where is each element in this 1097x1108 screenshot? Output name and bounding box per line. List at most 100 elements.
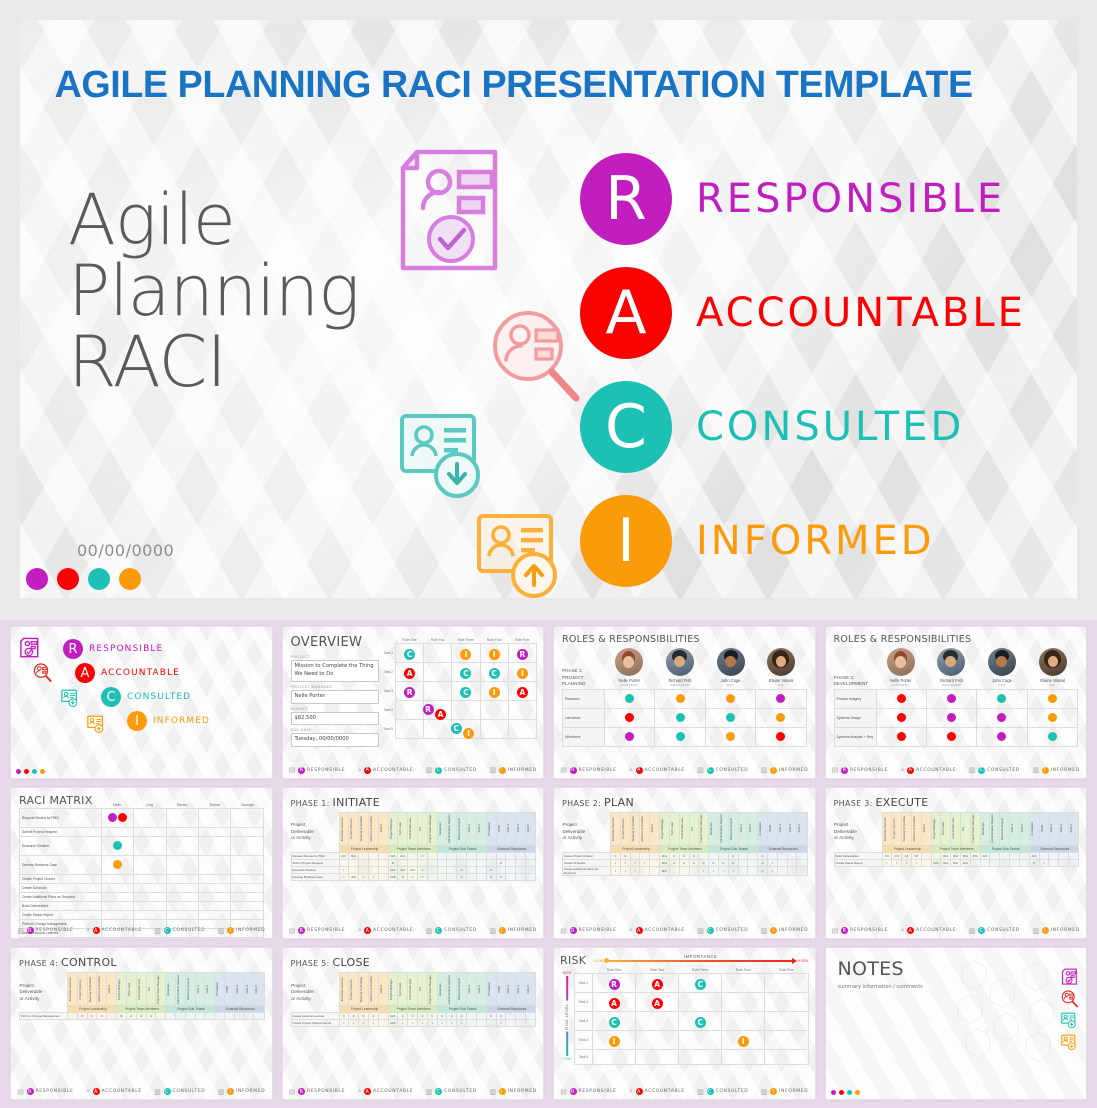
cell[interactable]: R/A bbox=[979, 851, 991, 860]
cell[interactable]: I bbox=[901, 858, 912, 867]
table-row[interactable]: Interviews bbox=[562, 708, 807, 728]
cell[interactable]: I bbox=[348, 1019, 360, 1028]
cell[interactable] bbox=[456, 851, 468, 860]
phase-matrix[interactable]: Project Deliverable or Activity Executive … bbox=[562, 811, 808, 876]
cell[interactable]: I bbox=[436, 1019, 448, 1028]
cell[interactable] bbox=[338, 858, 350, 867]
person-card[interactable]: Elaine Vassal PM bbox=[767, 648, 796, 687]
thumb-risk[interactable]: RISK LOW IMPORTANCE HIGH HIGH RISK LEVEL bbox=[553, 947, 816, 1100]
cell[interactable] bbox=[989, 851, 1001, 860]
field-due-date[interactable]: DUE DATE Tuesday, 00/00/0000 bbox=[290, 728, 379, 747]
table-row[interactable]: Provide Imagery bbox=[833, 689, 1079, 709]
table-row[interactable]: Develop Business Case I A/C I I R/A C C C C C C bbox=[290, 872, 537, 881]
cell[interactable] bbox=[426, 851, 438, 860]
table-row[interactable]: Develop Business Case bbox=[19, 854, 264, 875]
cell[interactable]: I bbox=[610, 858, 621, 867]
overview-matrix[interactable]: Role One Role Two Role Three Role Four R… bbox=[379, 638, 538, 739]
cell[interactable] bbox=[475, 851, 487, 860]
cell[interactable]: I bbox=[891, 858, 903, 867]
cell[interactable]: R/A bbox=[659, 858, 670, 867]
table-row[interactable]: Task 3 R C I A bbox=[379, 680, 538, 701]
cell[interactable]: C bbox=[727, 858, 739, 867]
cell[interactable] bbox=[495, 865, 507, 874]
cell[interactable] bbox=[796, 865, 808, 876]
cell[interactable]: I bbox=[338, 1019, 350, 1028]
cell[interactable]: C bbox=[397, 1012, 409, 1021]
cell[interactable] bbox=[485, 851, 497, 860]
cell[interactable] bbox=[475, 865, 487, 874]
table-row[interactable]: Research Solution I R/A A/C A/C C C C bbox=[290, 865, 537, 874]
thumb-roles-phase1[interactable]: ROLES & RESPONSIBILITIES PHASE 1: PROJEC… bbox=[553, 626, 816, 779]
cell[interactable]: C bbox=[348, 1012, 360, 1021]
cell[interactable]: R/A bbox=[387, 872, 399, 881]
cell[interactable]: C bbox=[757, 851, 768, 860]
cell[interactable]: R/A bbox=[950, 851, 961, 860]
cell[interactable]: R/A bbox=[960, 858, 971, 867]
table-row[interactable]: Create Project Charter bbox=[19, 873, 264, 884]
table-row[interactable]: Research bbox=[562, 689, 807, 709]
cell[interactable]: C bbox=[367, 1012, 379, 1021]
cell[interactable] bbox=[776, 851, 788, 860]
cell[interactable]: R/A bbox=[969, 851, 981, 860]
table-row[interactable]: Submit Project Request bbox=[19, 826, 264, 837]
cell[interactable] bbox=[524, 865, 537, 874]
cell[interactable] bbox=[475, 858, 487, 867]
cell[interactable] bbox=[194, 1012, 206, 1021]
cell[interactable] bbox=[796, 851, 808, 860]
cell[interactable]: R/A bbox=[659, 865, 670, 876]
cell[interactable]: I bbox=[881, 858, 893, 867]
cell[interactable] bbox=[485, 1019, 497, 1028]
phase-matrix[interactable]: Project Deliverable or Activity Executive … bbox=[833, 811, 1080, 867]
table-row[interactable]: Systems Design bbox=[833, 708, 1079, 728]
thumb-phase1[interactable]: PHASE 1: INITIATE Project Deliverable or … bbox=[281, 786, 544, 940]
table-row[interactable]: Create Status Report bbox=[19, 909, 264, 920]
field-value[interactable]: Nelle Porter bbox=[290, 690, 379, 704]
cell[interactable]: I bbox=[456, 1019, 468, 1028]
cell[interactable] bbox=[466, 1012, 477, 1021]
cell[interactable]: I bbox=[358, 872, 369, 881]
cell[interactable]: C/I bbox=[891, 851, 903, 860]
field-project-manager[interactable]: PROJECT MANAGER Nelle Porter bbox=[290, 685, 379, 704]
cell[interactable] bbox=[524, 858, 537, 867]
cell[interactable] bbox=[1048, 858, 1060, 867]
cell[interactable] bbox=[515, 851, 526, 860]
cell[interactable] bbox=[475, 872, 487, 881]
table-row[interactable]: Task 5 C I bbox=[379, 718, 538, 739]
table-row[interactable]: Create Project Closure Report bbox=[19, 936, 264, 939]
cell[interactable] bbox=[67, 1012, 78, 1021]
cell[interactable] bbox=[920, 858, 932, 867]
cell[interactable] bbox=[174, 1012, 186, 1021]
roles-matrix[interactable]: Provide Imagery Systems Design Systems A… bbox=[833, 689, 1079, 747]
cell[interactable]: I bbox=[397, 1019, 409, 1028]
field-value[interactable]: $82,500 bbox=[290, 711, 379, 726]
cell[interactable] bbox=[367, 851, 379, 860]
cell[interactable]: R/A bbox=[940, 851, 952, 860]
cell[interactable] bbox=[446, 858, 458, 867]
cell[interactable] bbox=[920, 851, 932, 860]
cell[interactable]: C bbox=[426, 1012, 438, 1021]
cell[interactable] bbox=[407, 858, 418, 867]
cell[interactable]: C bbox=[688, 858, 700, 867]
cell[interactable] bbox=[979, 858, 991, 867]
person-card[interactable]: Nelle Porter CONTENT bbox=[615, 648, 644, 687]
cell[interactable]: C bbox=[495, 1012, 507, 1021]
field-budget[interactable]: BUDGET $82,500 bbox=[290, 707, 379, 726]
cell[interactable]: C/I bbox=[881, 851, 893, 860]
cell[interactable]: I bbox=[367, 1019, 379, 1028]
thumb-phase3[interactable]: PHASE 3: EXECUTE Project Deliverable or A… bbox=[824, 786, 1087, 940]
cell[interactable] bbox=[214, 1012, 225, 1021]
cell[interactable] bbox=[747, 851, 759, 860]
table-row[interactable]: Build Deliverables C/I C/I C/I C/I R/A R/A R/A R… bbox=[833, 851, 1080, 860]
cell[interactable] bbox=[1067, 858, 1080, 867]
field-value[interactable]: Mission to Complete the Thing We Need to… bbox=[290, 660, 379, 682]
cell[interactable]: I bbox=[639, 858, 651, 867]
table-row[interactable]: Build Deliverables bbox=[19, 900, 264, 911]
cell[interactable] bbox=[106, 1012, 118, 1021]
cell[interactable] bbox=[377, 851, 389, 860]
cell[interactable] bbox=[1058, 851, 1069, 860]
raci-matrix-table[interactable]: Request Review by PMO Submit Project Req… bbox=[19, 807, 264, 939]
cell[interactable]: R/A bbox=[950, 858, 961, 867]
cell[interactable] bbox=[184, 1012, 196, 1021]
cell[interactable]: I bbox=[367, 872, 379, 881]
cell[interactable] bbox=[495, 851, 507, 860]
